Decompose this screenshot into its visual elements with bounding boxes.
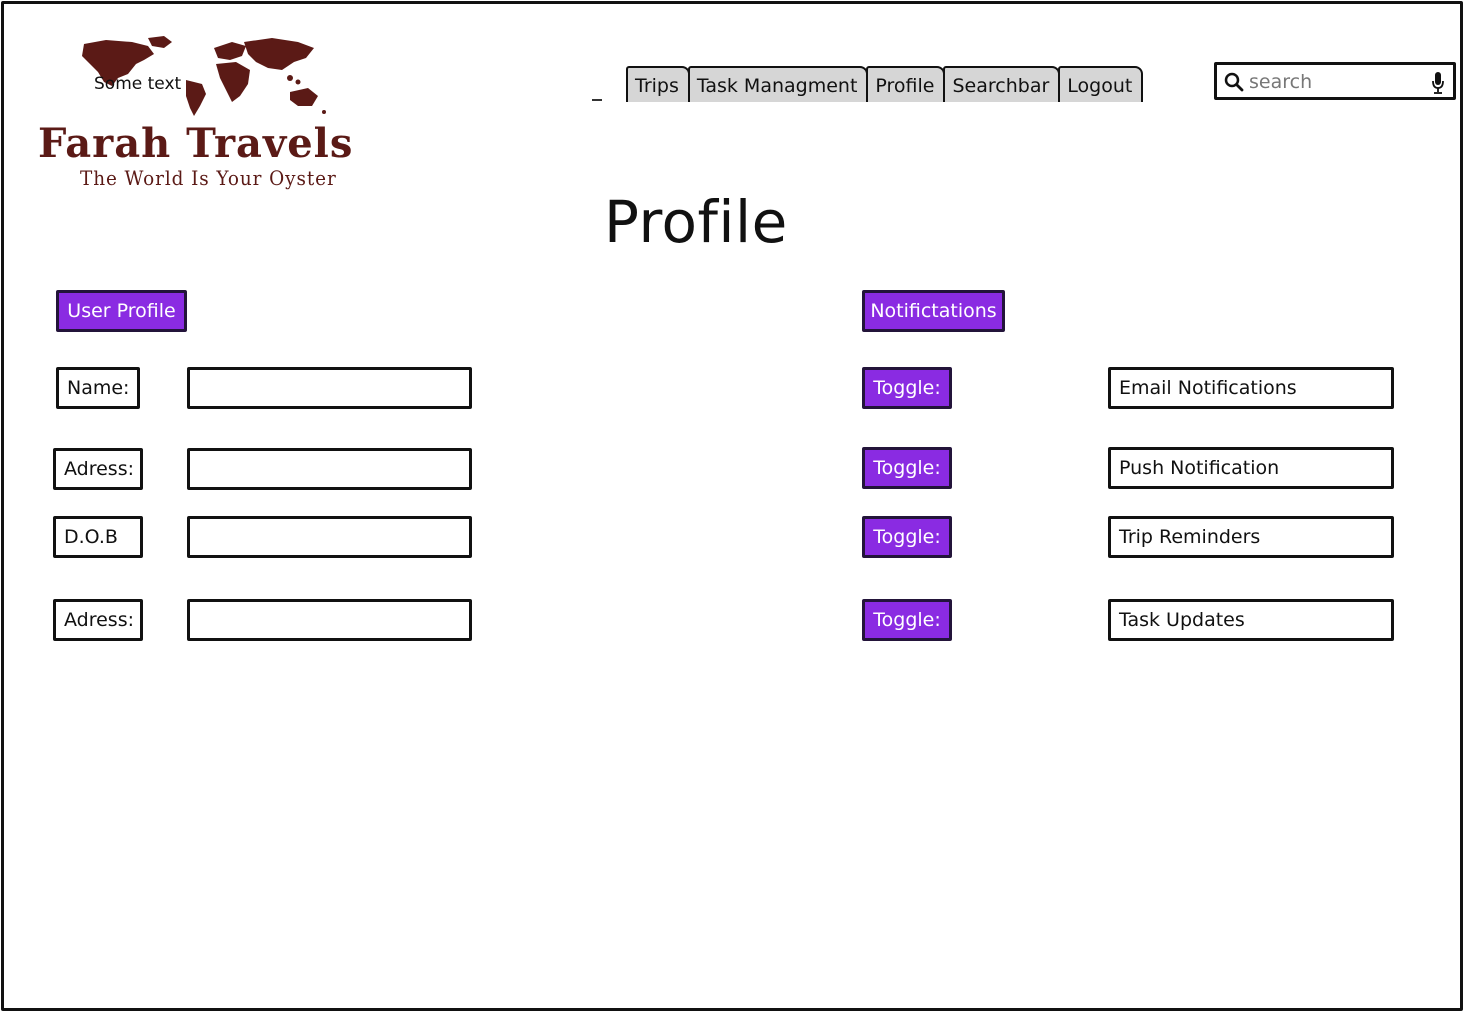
search-input[interactable] [1249, 69, 1429, 95]
microphone-icon[interactable] [1431, 71, 1445, 95]
dob-field[interactable] [187, 516, 472, 558]
logo-overlay-text: Some text [94, 74, 182, 94]
address-input[interactable] [190, 451, 469, 487]
farah-travels-logo: Some text Farah Travels The World Is You… [36, 34, 376, 194]
email-notifications-toggle[interactable]: Toggle: [862, 367, 952, 409]
dob-input[interactable] [190, 519, 469, 555]
name-label: Name: [56, 367, 140, 409]
world-map-icon [82, 36, 326, 116]
tab-task-management[interactable]: Task Managment [687, 66, 869, 102]
address-field[interactable] [187, 448, 472, 490]
tab-profile[interactable]: Profile [866, 66, 946, 102]
nav-tabs: Trips Task Managment Profile Searchbar L… [592, 62, 1144, 102]
tab-trips[interactable]: Trips [626, 66, 690, 102]
notifications-button[interactable]: Notifictations [862, 290, 1005, 332]
address-field-2[interactable] [187, 599, 472, 641]
search-icon[interactable] [1223, 71, 1245, 93]
task-updates-label: Task Updates [1108, 599, 1394, 641]
trip-reminders-label: Trip Reminders [1108, 516, 1394, 558]
address-label-2: Adress: [53, 599, 143, 641]
user-profile-button[interactable]: User Profile [56, 290, 187, 332]
push-notification-toggle[interactable]: Toggle: [862, 447, 952, 489]
tab-searchbar[interactable]: Searchbar [943, 66, 1061, 102]
address-label: Adress: [53, 448, 143, 490]
task-updates-toggle[interactable]: Toggle: [862, 599, 952, 641]
logo-tagline: The World Is Your Oyster [80, 166, 337, 190]
email-notifications-label: Email Notifications [1108, 367, 1394, 409]
page-title: Profile [604, 188, 788, 256]
name-field[interactable] [187, 367, 472, 409]
name-input[interactable] [190, 370, 469, 406]
tab-logout[interactable]: Logout [1058, 66, 1144, 102]
push-notification-label: Push Notification [1108, 447, 1394, 489]
dob-label: D.O.B [53, 516, 143, 558]
address-input-2[interactable] [190, 602, 469, 638]
trip-reminders-toggle[interactable]: Toggle: [862, 516, 952, 558]
search-bar [1214, 62, 1456, 100]
logo-brand-name: Farah Travels [38, 120, 354, 167]
